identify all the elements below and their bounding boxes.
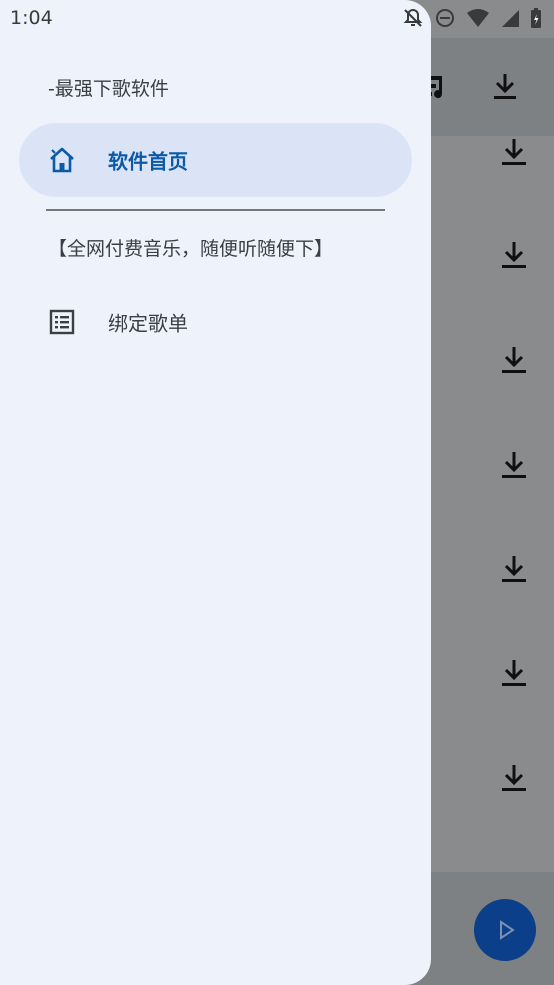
home-icon bbox=[47, 145, 77, 175]
notifications-off-icon bbox=[403, 8, 423, 27]
status-time: 1:04 bbox=[10, 7, 53, 29]
nav-item-bind-playlist[interactable]: 绑定歌单 bbox=[19, 285, 412, 359]
do-not-disturb-icon bbox=[436, 9, 454, 27]
nav-item-home[interactable]: 软件首页 bbox=[19, 123, 412, 197]
nav-item-label: 绑定歌单 bbox=[108, 311, 188, 336]
drawer-section-label: 【全网付费音乐，随便听随便下】 bbox=[48, 238, 334, 260]
list-icon bbox=[47, 307, 77, 337]
wifi-icon bbox=[467, 9, 489, 27]
drawer-header: -最强下歌软件 bbox=[48, 78, 169, 100]
drawer-divider bbox=[46, 209, 385, 211]
status-icons bbox=[402, 6, 542, 30]
play-icon bbox=[500, 920, 515, 940]
nav-item-label: 软件首页 bbox=[108, 149, 188, 174]
navigation-drawer: -最强下歌软件 软件首页 【全网付费音乐，随便听随便下】 绑定歌单 bbox=[0, 0, 431, 985]
signal-icon bbox=[502, 10, 519, 27]
battery-icon bbox=[531, 8, 541, 28]
play-button[interactable] bbox=[474, 899, 536, 961]
